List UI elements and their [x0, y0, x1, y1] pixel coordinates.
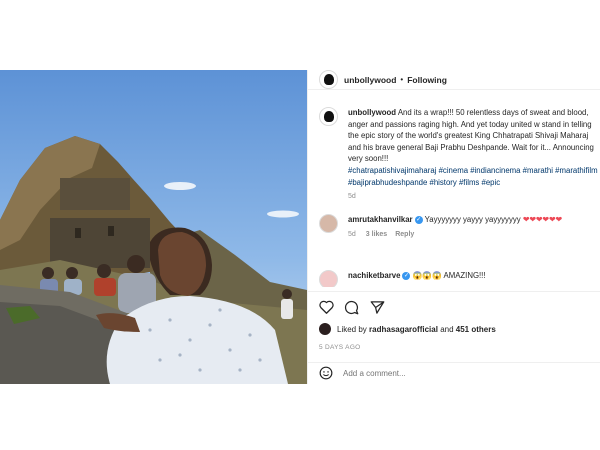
liked-by-user[interactable]: radhasagarofficial: [369, 325, 438, 334]
smiley-icon[interactable]: [319, 366, 333, 382]
comment-text-block: amrutakhanvilkar ✓ Yayyyyyyy yayyy yayyyy…: [348, 214, 598, 226]
comment-emoji: ❤❤❤❤❤❤: [522, 215, 563, 224]
instagram-post: unbollywood • Following unbollywood And …: [0, 70, 600, 384]
send-icon[interactable]: [370, 300, 385, 317]
liker-avatar[interactable]: [319, 323, 331, 335]
following-button[interactable]: Following: [407, 75, 447, 85]
add-comment-bar: [308, 362, 600, 384]
reply-button[interactable]: Reply: [395, 231, 414, 238]
post-photo[interactable]: [0, 70, 307, 384]
header-separator: •: [400, 75, 404, 84]
comment-icon[interactable]: [344, 300, 359, 317]
comment-input[interactable]: [343, 369, 543, 378]
caption-avatar[interactable]: [319, 107, 338, 126]
comment-age[interactable]: 5d: [348, 231, 356, 238]
author-username[interactable]: unbollywood: [344, 75, 396, 85]
comment-emoji: 😱😱😱: [412, 271, 442, 280]
comment-body: AMAZING!!!: [443, 271, 486, 280]
caption-text-block: unbollywood And its a wrap!!! 50 relentl…: [348, 107, 598, 188]
comment-username[interactable]: amrutakhanvilkar: [348, 215, 413, 224]
caption-username[interactable]: unbollywood: [348, 108, 396, 117]
comment-meta: 5d 3 likes Reply: [348, 231, 598, 238]
caption-age[interactable]: 5d: [348, 193, 356, 200]
heart-icon[interactable]: [319, 300, 334, 316]
caption-comment: unbollywood And its a wrap!!! 50 relentl…: [319, 107, 598, 200]
commenter-avatar[interactable]: [319, 270, 338, 287]
action-bar: [308, 291, 600, 319]
comments-list[interactable]: unbollywood And its a wrap!!! 50 relentl…: [308, 107, 600, 287]
comment-text-block: nachiketbarve ✓ 😱😱😱 AMAZING!!!: [348, 270, 598, 282]
author-avatar[interactable]: [319, 70, 338, 89]
post-header: unbollywood • Following: [308, 70, 600, 90]
comment-likes[interactable]: 3 likes: [366, 231, 387, 238]
comment-body: Yayyyyyyy yayyy yayyyyyyy: [424, 215, 521, 224]
avatar-glyph: [324, 74, 334, 85]
verified-badge-icon: ✓: [414, 215, 423, 224]
caption-hashtags[interactable]: #chatrapatishivajimaharaj #cinema #india…: [348, 166, 600, 187]
liked-by-and: and: [440, 324, 454, 334]
commenter-avatar[interactable]: [319, 214, 338, 233]
comment-item: nachiketbarve ✓ 😱😱😱 AMAZING!!!: [319, 270, 598, 287]
comment-username[interactable]: nachiketbarve: [348, 271, 400, 280]
liked-by-others[interactable]: 451 others: [456, 325, 496, 334]
verified-badge-icon: ✓: [402, 271, 411, 280]
avatar-glyph: [324, 111, 334, 122]
likes-summary: Liked by radhasagarofficial and 451 othe…: [319, 323, 496, 335]
caption-meta: 5d: [348, 193, 598, 200]
post-timestamp: 5 DAYS AGO: [319, 344, 361, 351]
post-sidebar: unbollywood • Following unbollywood And …: [307, 70, 600, 384]
liked-by-prefix: Liked by: [337, 324, 367, 334]
comment-item: amrutakhanvilkar ✓ Yayyyyyyy yayyy yayyyy…: [319, 214, 598, 238]
photo-illustration: [0, 70, 307, 384]
